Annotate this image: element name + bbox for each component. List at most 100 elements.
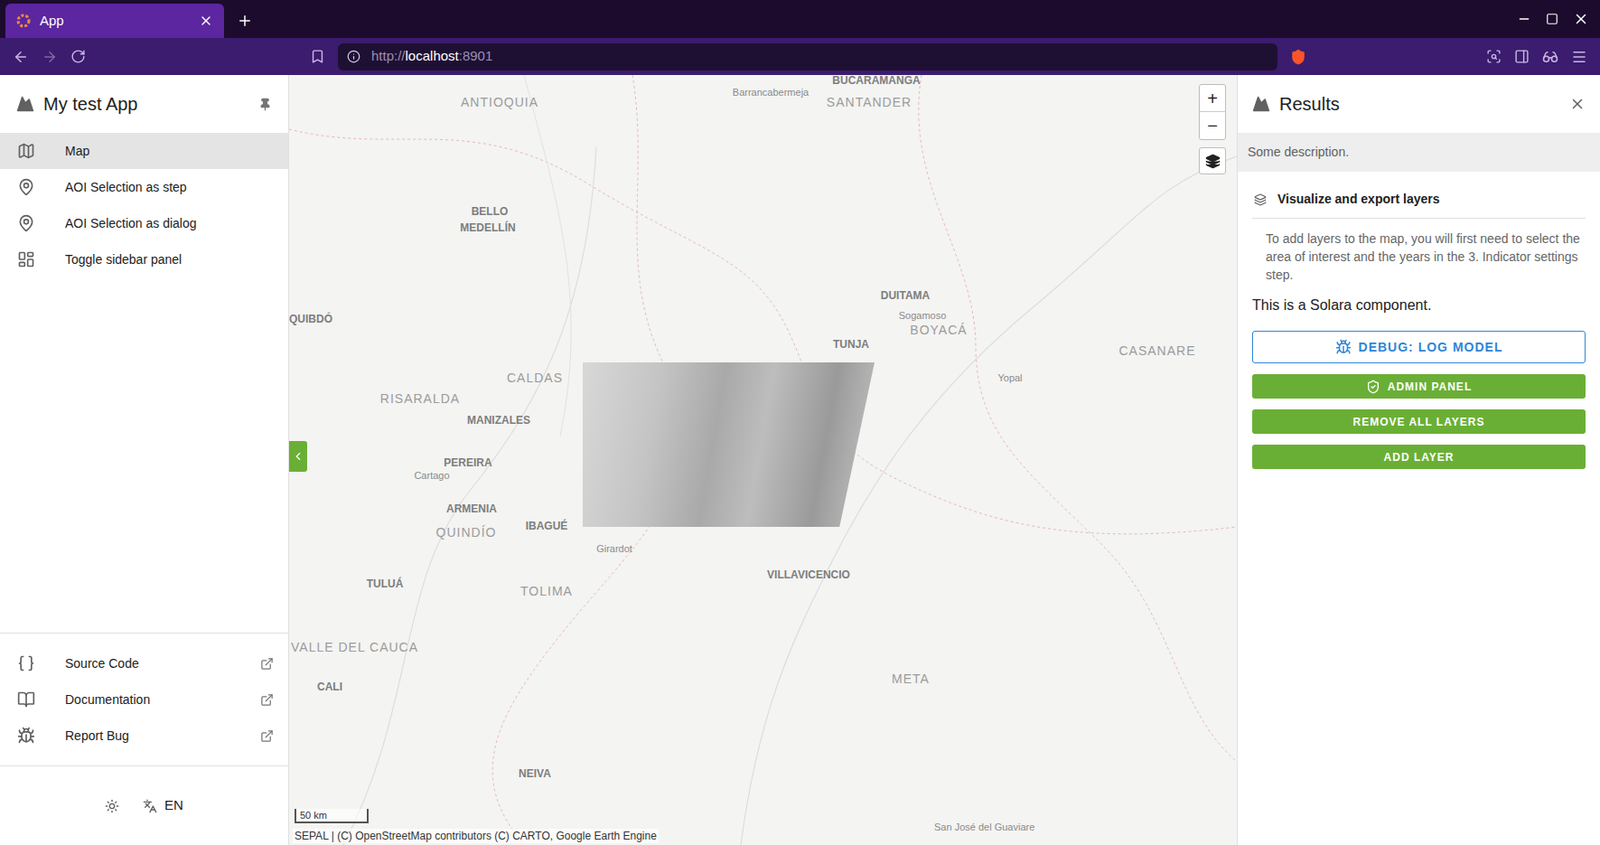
map-label: IBAGUÉ xyxy=(525,520,569,533)
zoom-control: +− xyxy=(1198,84,1226,141)
new-tab-icon[interactable] xyxy=(236,12,253,29)
mountain-icon xyxy=(16,94,35,113)
nav-item[interactable]: Toggle sidebar panel xyxy=(0,241,289,278)
section-note: To add layers to the map, you will first… xyxy=(1252,229,1586,284)
bug-icon xyxy=(17,726,36,745)
layers-icon xyxy=(1205,153,1221,169)
minimize-icon[interactable] xyxy=(1516,11,1532,27)
panel-header: Results xyxy=(1237,74,1600,133)
app-favicon-icon xyxy=(16,13,31,29)
component-text: This is a Solara component. xyxy=(1252,294,1586,317)
address-bar-row: http://localhost:8901 xyxy=(0,37,1600,75)
section-header: Visualize and export layers xyxy=(1252,189,1586,219)
url-text: http://localhost:8901 xyxy=(371,46,493,67)
panel-description: Some description. xyxy=(1237,132,1600,172)
link-item[interactable]: Report Bug xyxy=(0,717,289,754)
close-window-icon[interactable] xyxy=(1572,10,1590,28)
map-label: CALDAS xyxy=(506,371,563,385)
theme-toggle-icon[interactable] xyxy=(104,798,120,814)
app-body: My test AppMapAOI Selection as stepAOI S… xyxy=(0,74,1600,845)
satellite-layer xyxy=(582,362,875,527)
navigation-drawer: My test AppMapAOI Selection as stepAOI S… xyxy=(0,74,290,845)
panel-content: Visualize and export layers To add layers… xyxy=(1237,171,1600,469)
map-label: ANTIOQUIA xyxy=(460,95,539,110)
language-icon xyxy=(142,798,158,814)
map-label: TOLIMA xyxy=(520,584,573,599)
sidebar-icon[interactable] xyxy=(1514,48,1530,65)
close-tab-icon[interactable] xyxy=(198,13,214,29)
nav-item[interactable]: AOI Selection as step xyxy=(0,168,289,206)
map-label: BUCARAMANGA xyxy=(832,74,920,87)
url-field[interactable]: http://localhost:8901 xyxy=(337,43,1278,71)
action-button[interactable]: ADMIN PANEL xyxy=(1252,374,1586,399)
map[interactable]: ANTIOQUIA Barrancabermeja BUCARAMANGA SANTA… xyxy=(289,74,1237,845)
map-pin-icon xyxy=(17,214,36,233)
results-panel: ResultsSome description.Visualize and ex… xyxy=(1236,74,1600,845)
link-item[interactable]: Source Code xyxy=(0,645,289,682)
drawer-links: Source CodeDocumentationReport Bug xyxy=(0,632,289,766)
map-label: San José del Guaviare xyxy=(934,821,1007,833)
site-info-icon[interactable] xyxy=(346,49,361,64)
nav-item[interactable]: Map xyxy=(0,132,289,169)
map-label: ARMENIA xyxy=(446,503,497,515)
drawer-footer: EN xyxy=(0,765,289,845)
braces-icon xyxy=(17,654,36,673)
map-label: Sogamoso xyxy=(898,309,947,321)
external-link-icon xyxy=(260,729,274,743)
mountain-icon xyxy=(1252,94,1271,113)
tab-bar: App xyxy=(0,0,1600,38)
map-label: TULUÁ xyxy=(366,578,404,590)
map-label: CALI xyxy=(317,681,343,693)
link-item[interactable]: Documentation xyxy=(0,681,289,718)
map-pin-icon xyxy=(17,177,36,197)
map-label: BELLO xyxy=(471,205,509,218)
map-label: PEREIRA xyxy=(443,457,492,469)
map-label: Girardot xyxy=(596,542,633,554)
map-label: MANIZALES xyxy=(467,414,531,427)
map-label: NEIVA xyxy=(518,767,552,780)
chevron-left-icon xyxy=(291,449,305,463)
map-label: RISARALDA xyxy=(380,392,460,406)
map-label: META xyxy=(891,672,930,686)
map-label: SANTANDER xyxy=(826,95,912,110)
nav-item[interactable]: AOI Selection as dialog xyxy=(0,205,289,242)
panel-title: Results xyxy=(1279,90,1561,118)
action-button[interactable]: REMOVE ALL LAYERS xyxy=(1252,409,1586,434)
language-selector[interactable]: EN xyxy=(142,795,184,816)
map-label: Yopal xyxy=(997,372,1022,384)
close-icon[interactable] xyxy=(1569,95,1586,113)
reload-icon[interactable] xyxy=(70,48,86,65)
attribution: SEPAL | (C) OpenStreetMap contributors (… xyxy=(292,828,659,843)
screenshot-icon[interactable] xyxy=(1486,48,1502,65)
maximize-icon[interactable] xyxy=(1545,12,1559,26)
map-label: CASANARE xyxy=(1118,344,1196,358)
map-label: VALLE DEL CAUCA xyxy=(290,640,367,655)
drawer-header: My test App xyxy=(0,74,289,133)
map-label: TUNJA xyxy=(832,338,870,351)
layers-button[interactable] xyxy=(1198,147,1226,175)
map-label: BOYACÁ xyxy=(909,323,967,337)
reader-icon[interactable] xyxy=(1542,48,1559,66)
bookmark-icon[interactable] xyxy=(309,48,326,65)
brave-shield-icon[interactable] xyxy=(1290,48,1307,66)
action-button[interactable]: DEBUG: LOG MODEL xyxy=(1252,330,1586,364)
browser-tab[interactable]: App xyxy=(5,3,225,38)
dashboard-icon xyxy=(17,250,36,269)
menu-icon[interactable] xyxy=(1571,48,1588,66)
map-label: Barrancabermeja xyxy=(732,86,809,98)
zoom-out-button[interactable]: − xyxy=(1199,112,1226,140)
zoom-in-button[interactable]: + xyxy=(1199,84,1226,113)
action-button[interactable]: ADD LAYER xyxy=(1252,444,1586,469)
button-list: DEBUG: LOG MODEL ADMIN PANEL REMOVE ALL LA… xyxy=(1252,330,1586,469)
bug-icon xyxy=(1335,338,1352,356)
back-icon[interactable] xyxy=(12,48,29,66)
forward-icon[interactable] xyxy=(41,48,58,66)
drawer-toggle[interactable] xyxy=(289,440,308,472)
pin-icon[interactable] xyxy=(258,97,272,112)
layers-icon xyxy=(1253,193,1267,206)
map-label: QUIBDÓ xyxy=(289,313,333,326)
nav-list: MapAOI Selection as stepAOI Selection as… xyxy=(0,132,289,278)
external-link-icon xyxy=(260,692,274,707)
book-icon xyxy=(17,690,36,709)
tab-title: App xyxy=(39,10,190,32)
